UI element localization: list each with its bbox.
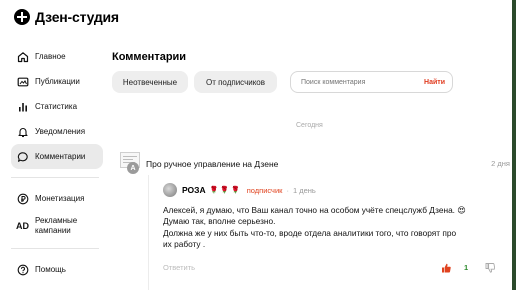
sidebar-item-label: Комментарии (35, 152, 86, 161)
comment-line: их работу . (163, 239, 206, 250)
search-input[interactable] (301, 78, 425, 86)
sidebar-item-label: Публикации (35, 77, 80, 86)
comments-icon (16, 150, 29, 163)
dzen-logo-icon (14, 9, 30, 25)
sidebar-item-comments[interactable]: Комментарии (11, 144, 103, 169)
sidebar-item-label: Главное (35, 52, 66, 61)
dislike-icon[interactable] (485, 263, 496, 275)
sidebar-item-ad-campaigns[interactable]: AD Рекламные кампании (11, 213, 103, 239)
sidebar-item-label: Монетизация (35, 194, 85, 203)
search-box: Найти (290, 71, 453, 93)
comment-line: Думаю так, вполне серьезно. (163, 216, 276, 227)
window-edge (512, 0, 516, 290)
reply-button[interactable]: Ответить (163, 263, 195, 272)
sidebar-item-monetization[interactable]: Монетизация (11, 186, 103, 211)
bell-icon (16, 125, 29, 138)
article-row[interactable]: A Про ручное управление на Дзене 2 дня (120, 152, 510, 174)
article-title[interactable]: Про ручное управление на Дзене (146, 159, 278, 169)
sidebar-divider (11, 248, 99, 249)
comment-time: 1 день (292, 185, 316, 195)
help-icon (16, 263, 29, 276)
article-badge: A (127, 162, 139, 174)
like-count: 1 (464, 263, 469, 272)
sidebar-item-notifications[interactable]: Уведомления (11, 119, 103, 144)
home-icon (16, 50, 29, 63)
filter-subscribers-button[interactable]: От подписчиков (194, 71, 277, 93)
studio-logo[interactable]: Дзен-студия (14, 9, 119, 25)
app-title: Дзен-студия (35, 9, 119, 25)
filter-unanswered-button[interactable]: Неотвеченные (112, 71, 188, 93)
separator-dot: · (286, 185, 289, 195)
date-separator: Сегодня (296, 122, 323, 129)
sidebar-item-label: Уведомления (35, 127, 86, 136)
article-time: 2 дня (491, 159, 510, 168)
like-icon[interactable] (441, 263, 451, 275)
main-content: Комментарии Неотвеченные От подписчиков … (110, 0, 512, 290)
comment-card: РОЗА 🌹 🌹 🌹 подписчик · 1 день Алексей, я… (148, 175, 512, 290)
publications-icon (16, 75, 29, 88)
sidebar-item-label: Статистика (35, 102, 78, 111)
avatar[interactable] (163, 183, 177, 197)
comment-line: Должна же у них быть что-то, вроде отдел… (163, 227, 457, 238)
studio-window: Дзен-студия Главное Публикации Статистик… (0, 0, 512, 290)
sidebar-item-publications[interactable]: Публикации (11, 69, 103, 94)
sidebar-item-home[interactable]: Главное (11, 44, 103, 69)
ad-icon: AD (16, 221, 29, 231)
sidebar-item-label: Помощь (35, 265, 66, 274)
subscriber-badge: подписчик (246, 185, 283, 195)
comment-line: Алексей, я думаю, что Ваш канал точно на… (163, 205, 466, 215)
sidebar-item-statistics[interactable]: Статистика (11, 94, 103, 119)
search-button[interactable]: Найти (424, 79, 445, 86)
comment-header: РОЗА 🌹 🌹 🌹 подписчик · 1 день (163, 183, 316, 197)
page-title: Комментарии (112, 51, 187, 63)
ruble-icon (16, 192, 29, 205)
sidebar-item-label: Рекламные кампании (35, 216, 78, 235)
sidebar-divider (11, 177, 99, 178)
stats-icon (16, 100, 29, 113)
sidebar: Главное Публикации Статистика Уведомлени… (11, 44, 103, 282)
rose-emoji: 🌹 🌹 🌹 (209, 187, 240, 194)
comment-actions: Ответить 1 (163, 263, 503, 275)
article-thumbnail: A (120, 152, 142, 174)
comment-text: Алексей, я думаю, что Ваш канал точно на… (163, 205, 503, 251)
comment-author[interactable]: РОЗА (182, 185, 206, 195)
sidebar-item-help[interactable]: Помощь (11, 257, 103, 282)
